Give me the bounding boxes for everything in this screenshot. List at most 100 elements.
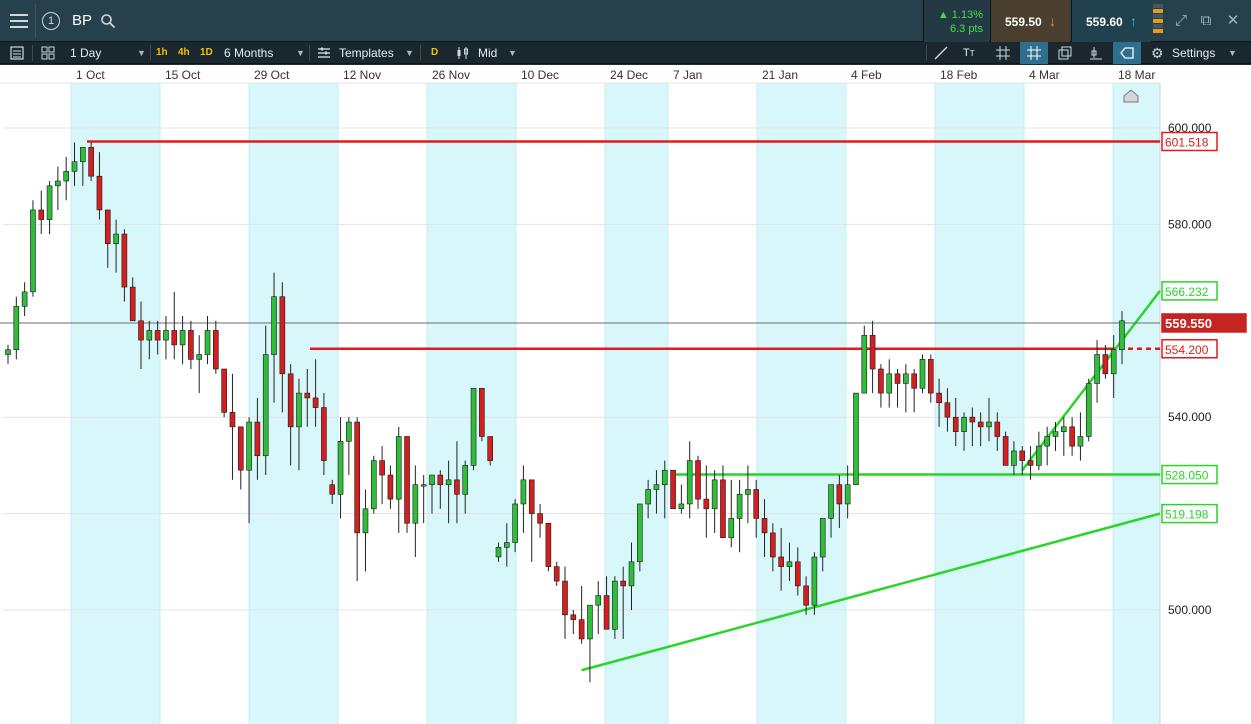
candle-body bbox=[304, 392, 311, 399]
copy-icon[interactable] bbox=[1057, 45, 1073, 61]
candle-body bbox=[21, 291, 28, 307]
crosshair-grid-icon bbox=[1027, 46, 1041, 60]
popout-icon[interactable]: ⧉ bbox=[1197, 12, 1215, 30]
candle-body bbox=[637, 503, 643, 563]
bullish-candle bbox=[470, 387, 477, 471]
candle-body bbox=[163, 330, 169, 341]
candle-body bbox=[952, 416, 959, 432]
level-label-text: 554.200 bbox=[1165, 343, 1209, 357]
price-type-select[interactable]: Mid bbox=[478, 42, 497, 64]
candle-body bbox=[1102, 354, 1109, 375]
crosshair-tool-button[interactable] bbox=[1020, 42, 1048, 64]
list-icon[interactable] bbox=[9, 45, 25, 61]
bullish-candle bbox=[612, 576, 618, 639]
candle-body bbox=[603, 595, 610, 630]
label-tool-button[interactable] bbox=[1113, 42, 1141, 64]
candle-body bbox=[121, 233, 128, 288]
bullish-candle bbox=[30, 200, 36, 297]
bullish-candle bbox=[637, 503, 643, 572]
interval-1d[interactable]: 1D bbox=[200, 42, 213, 64]
search-icon[interactable] bbox=[100, 13, 116, 29]
settings-button[interactable]: Settings bbox=[1172, 42, 1215, 64]
candle-body bbox=[154, 330, 161, 341]
candle-body bbox=[886, 373, 893, 394]
candle-body bbox=[412, 484, 419, 524]
expand-icon[interactable]: ⤢ bbox=[1172, 12, 1190, 30]
candle-body bbox=[736, 494, 743, 519]
range-value: 6 Months bbox=[224, 46, 274, 60]
bullish-candle bbox=[811, 552, 818, 615]
candle-body bbox=[88, 146, 94, 177]
chart-number-button[interactable]: 1 bbox=[38, 4, 64, 38]
level-label-text: 528.050 bbox=[1165, 469, 1209, 483]
chevron-down-icon: ▼ bbox=[405, 48, 414, 58]
interval-select[interactable]: 1 Day bbox=[70, 42, 101, 64]
price-chart[interactable]: 1 Oct 15 Oct 29 Oct 12 Nov 26 Nov 10 Dec 24 De… bbox=[0, 65, 1251, 724]
time-band bbox=[249, 65, 338, 724]
candle-body bbox=[794, 561, 801, 587]
buy-button[interactable]: 559.60 ↑ bbox=[1071, 0, 1151, 42]
volatility-indicator bbox=[1153, 4, 1165, 38]
chevron-down-icon: ▼ bbox=[137, 48, 146, 58]
candle-body bbox=[944, 402, 951, 418]
trendline-label-text: 519.198 bbox=[1165, 508, 1209, 522]
candlestick-icon[interactable] bbox=[455, 45, 471, 61]
candle-body bbox=[113, 233, 119, 244]
templates-icon[interactable] bbox=[316, 45, 332, 61]
gear-icon[interactable]: ⚙ bbox=[1151, 42, 1164, 64]
candle-body bbox=[1019, 450, 1026, 461]
x-tick-label: 10 Dec bbox=[521, 68, 559, 82]
grid-icon[interactable] bbox=[995, 45, 1011, 61]
candle-body bbox=[462, 465, 469, 495]
menu-button[interactable] bbox=[2, 4, 36, 38]
candle-body bbox=[254, 421, 261, 457]
candle-body bbox=[661, 469, 668, 485]
candle-body bbox=[262, 354, 269, 457]
sell-button[interactable]: 559.50 ↓ bbox=[990, 0, 1070, 42]
x-tick-label: 4 Feb bbox=[851, 68, 882, 82]
candle-body bbox=[429, 474, 435, 485]
bearish-candle bbox=[88, 142, 94, 182]
candle-body bbox=[379, 460, 385, 476]
x-tick-label: 4 Mar bbox=[1029, 68, 1060, 82]
candle-body bbox=[354, 421, 360, 534]
candle-body bbox=[237, 426, 244, 471]
x-tick-label: 15 Oct bbox=[165, 68, 201, 82]
candle-body bbox=[811, 556, 818, 606]
candle-body bbox=[387, 474, 394, 500]
candle-body bbox=[55, 180, 61, 187]
candle-body bbox=[653, 484, 660, 490]
candle-body bbox=[595, 595, 602, 606]
candle-body bbox=[246, 421, 252, 471]
draw-line-icon[interactable] bbox=[933, 45, 949, 61]
interval-1h[interactable]: 1h bbox=[156, 42, 168, 64]
candle-body bbox=[271, 296, 277, 355]
up-arrow-icon: ↑ bbox=[1130, 13, 1137, 29]
interval-value: 1 Day bbox=[70, 46, 102, 60]
candle-body bbox=[196, 354, 203, 360]
candle-body bbox=[786, 561, 793, 567]
bearish-candle bbox=[221, 368, 227, 418]
candle-body bbox=[670, 469, 676, 510]
d-button[interactable]: D bbox=[431, 42, 438, 64]
candle-body bbox=[370, 460, 377, 510]
symbol-name[interactable]: BP bbox=[72, 12, 92, 29]
range-select[interactable]: 6 Months bbox=[224, 42, 273, 64]
indicator-icon[interactable] bbox=[1088, 45, 1104, 61]
candle-body bbox=[977, 421, 984, 428]
close-icon[interactable]: ✕ bbox=[1224, 12, 1242, 30]
candle-body bbox=[545, 522, 552, 567]
interval-4h[interactable]: 4h bbox=[178, 42, 190, 64]
candle-body bbox=[645, 489, 651, 505]
x-tick-label: 18 Mar bbox=[1118, 68, 1155, 82]
bearish-candle bbox=[545, 522, 552, 572]
change-percent: ▲ 1.13% bbox=[938, 9, 983, 21]
layout-icon[interactable] bbox=[40, 45, 56, 61]
y-tick-label: 580.000 bbox=[1168, 217, 1212, 231]
down-arrow-icon: ↓ bbox=[1049, 13, 1056, 29]
candle-body bbox=[104, 209, 111, 244]
candle-body bbox=[828, 484, 834, 519]
text-tool-icon[interactable]: TT bbox=[963, 42, 975, 64]
candle-body bbox=[528, 479, 535, 514]
templates-button[interactable]: Templates bbox=[339, 42, 394, 64]
